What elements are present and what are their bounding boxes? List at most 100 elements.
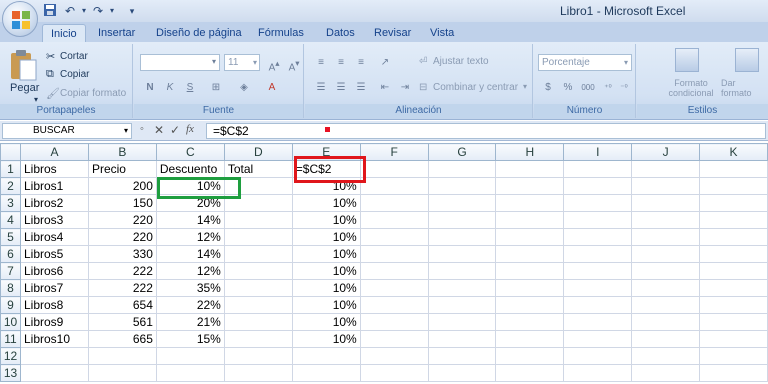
- spreadsheet-grid[interactable]: A B C D E F G H I J K 1 Libros Precio Descu…: [0, 143, 768, 382]
- row-header[interactable]: 10: [0, 313, 21, 331]
- cell-g9[interactable]: [427, 296, 497, 314]
- cell-f2[interactable]: [359, 177, 429, 195]
- column-header[interactable]: A: [19, 143, 89, 161]
- cell-i11[interactable]: [563, 330, 633, 348]
- cell-d1[interactable]: Total: [223, 160, 293, 178]
- row-header[interactable]: 8: [0, 279, 21, 297]
- shrink-font-icon[interactable]: A▾: [284, 53, 304, 73]
- cell-c13[interactable]: [155, 364, 225, 382]
- orientation-icon[interactable]: ↗: [375, 53, 395, 71]
- column-header[interactable]: F: [359, 143, 429, 161]
- cell-i7[interactable]: [563, 262, 633, 280]
- underline-button[interactable]: S: [180, 78, 200, 96]
- cell-d4[interactable]: [223, 211, 293, 229]
- number-format-select[interactable]: Porcentaje ▾: [538, 54, 632, 71]
- cell-a2[interactable]: Libros1: [19, 177, 89, 195]
- cell-b11[interactable]: 665: [87, 330, 157, 348]
- cell-g13[interactable]: [427, 364, 497, 382]
- paste-button[interactable]: Pegar: [10, 82, 39, 94]
- cell-b6[interactable]: 330: [87, 245, 157, 263]
- column-header[interactable]: I: [563, 143, 633, 161]
- cell-h6[interactable]: [495, 245, 565, 263]
- name-box[interactable]: BUSCAR ▾: [2, 123, 132, 139]
- cell-a12[interactable]: [19, 347, 89, 365]
- column-header[interactable]: G: [427, 143, 497, 161]
- cell-f8[interactable]: [359, 279, 429, 297]
- currency-button[interactable]: $: [538, 78, 558, 96]
- cell-h5[interactable]: [495, 228, 565, 246]
- cell-b7[interactable]: 222: [87, 262, 157, 280]
- cell-c7[interactable]: 12%: [155, 262, 225, 280]
- grow-font-icon[interactable]: A▴: [264, 53, 284, 73]
- cell-b3[interactable]: 150: [87, 194, 157, 212]
- cell-a4[interactable]: Libros3: [19, 211, 89, 229]
- insert-function-icon[interactable]: fx: [186, 123, 194, 135]
- name-box-dropdown-icon[interactable]: ▾: [124, 124, 128, 138]
- cell-d12[interactable]: [223, 347, 293, 365]
- cell-f13[interactable]: [359, 364, 429, 382]
- cell-k12[interactable]: [699, 347, 768, 365]
- cell-d6[interactable]: [223, 245, 293, 263]
- cell-i4[interactable]: [563, 211, 633, 229]
- cell-j8[interactable]: [631, 279, 701, 297]
- cell-h1[interactable]: [495, 160, 565, 178]
- cell-e7[interactable]: 10%: [291, 262, 361, 280]
- cell-f3[interactable]: [359, 194, 429, 212]
- cell-k8[interactable]: [699, 279, 768, 297]
- cell-e9[interactable]: 10%: [291, 296, 361, 314]
- cell-g4[interactable]: [427, 211, 497, 229]
- cell-g2[interactable]: [427, 177, 497, 195]
- cell-k2[interactable]: [699, 177, 768, 195]
- column-header[interactable]: D: [223, 143, 293, 161]
- cell-h2[interactable]: [495, 177, 565, 195]
- cell-b8[interactable]: 222: [87, 279, 157, 297]
- cell-a7[interactable]: Libros6: [19, 262, 89, 280]
- row-header[interactable]: 5: [0, 228, 21, 246]
- cell-c6[interactable]: 14%: [155, 245, 225, 263]
- cell-i13[interactable]: [563, 364, 633, 382]
- cell-j12[interactable]: [631, 347, 701, 365]
- cell-d7[interactable]: [223, 262, 293, 280]
- save-icon[interactable]: [42, 3, 58, 19]
- tab-inicio[interactable]: Inicio: [42, 24, 86, 42]
- cell-f11[interactable]: [359, 330, 429, 348]
- align-middle-icon[interactable]: ≡: [331, 53, 351, 71]
- cell-c11[interactable]: 15%: [155, 330, 225, 348]
- cell-d5[interactable]: [223, 228, 293, 246]
- row-header[interactable]: 13: [0, 364, 21, 382]
- cell-i6[interactable]: [563, 245, 633, 263]
- format-painter-button[interactable]: Copiar formato: [60, 88, 126, 99]
- fill-color-icon[interactable]: ◈: [234, 78, 254, 96]
- merge-center-icon[interactable]: ⊟: [419, 82, 427, 93]
- cell-b13[interactable]: [87, 364, 157, 382]
- cell-f6[interactable]: [359, 245, 429, 263]
- cell-e10[interactable]: 10%: [291, 313, 361, 331]
- row-header[interactable]: 12: [0, 347, 21, 365]
- cell-g10[interactable]: [427, 313, 497, 331]
- cell-e12[interactable]: [291, 347, 361, 365]
- office-button[interactable]: [2, 1, 38, 37]
- cell-k10[interactable]: [699, 313, 768, 331]
- align-left-icon[interactable]: ☰: [311, 78, 331, 96]
- font-color-icon[interactable]: A: [262, 78, 282, 96]
- cell-c5[interactable]: 12%: [155, 228, 225, 246]
- cell-b9[interactable]: 654: [87, 296, 157, 314]
- bold-button[interactable]: N: [140, 78, 160, 96]
- cell-j5[interactable]: [631, 228, 701, 246]
- align-right-icon[interactable]: ☰: [351, 78, 371, 96]
- column-header[interactable]: K: [699, 143, 768, 161]
- tab-formulas[interactable]: Fórmulas: [250, 24, 312, 42]
- cell-a10[interactable]: Libros9: [19, 313, 89, 331]
- cell-k6[interactable]: [699, 245, 768, 263]
- cell-d11[interactable]: [223, 330, 293, 348]
- cell-j10[interactable]: [631, 313, 701, 331]
- cell-e5[interactable]: 10%: [291, 228, 361, 246]
- cell-c4[interactable]: 14%: [155, 211, 225, 229]
- row-header[interactable]: 4: [0, 211, 21, 229]
- tab-vista[interactable]: Vista: [422, 24, 462, 42]
- align-top-icon[interactable]: ≡: [311, 53, 331, 71]
- cell-g3[interactable]: [427, 194, 497, 212]
- cell-a6[interactable]: Libros5: [19, 245, 89, 263]
- increase-indent-icon[interactable]: ⇥: [395, 78, 415, 96]
- cell-h7[interactable]: [495, 262, 565, 280]
